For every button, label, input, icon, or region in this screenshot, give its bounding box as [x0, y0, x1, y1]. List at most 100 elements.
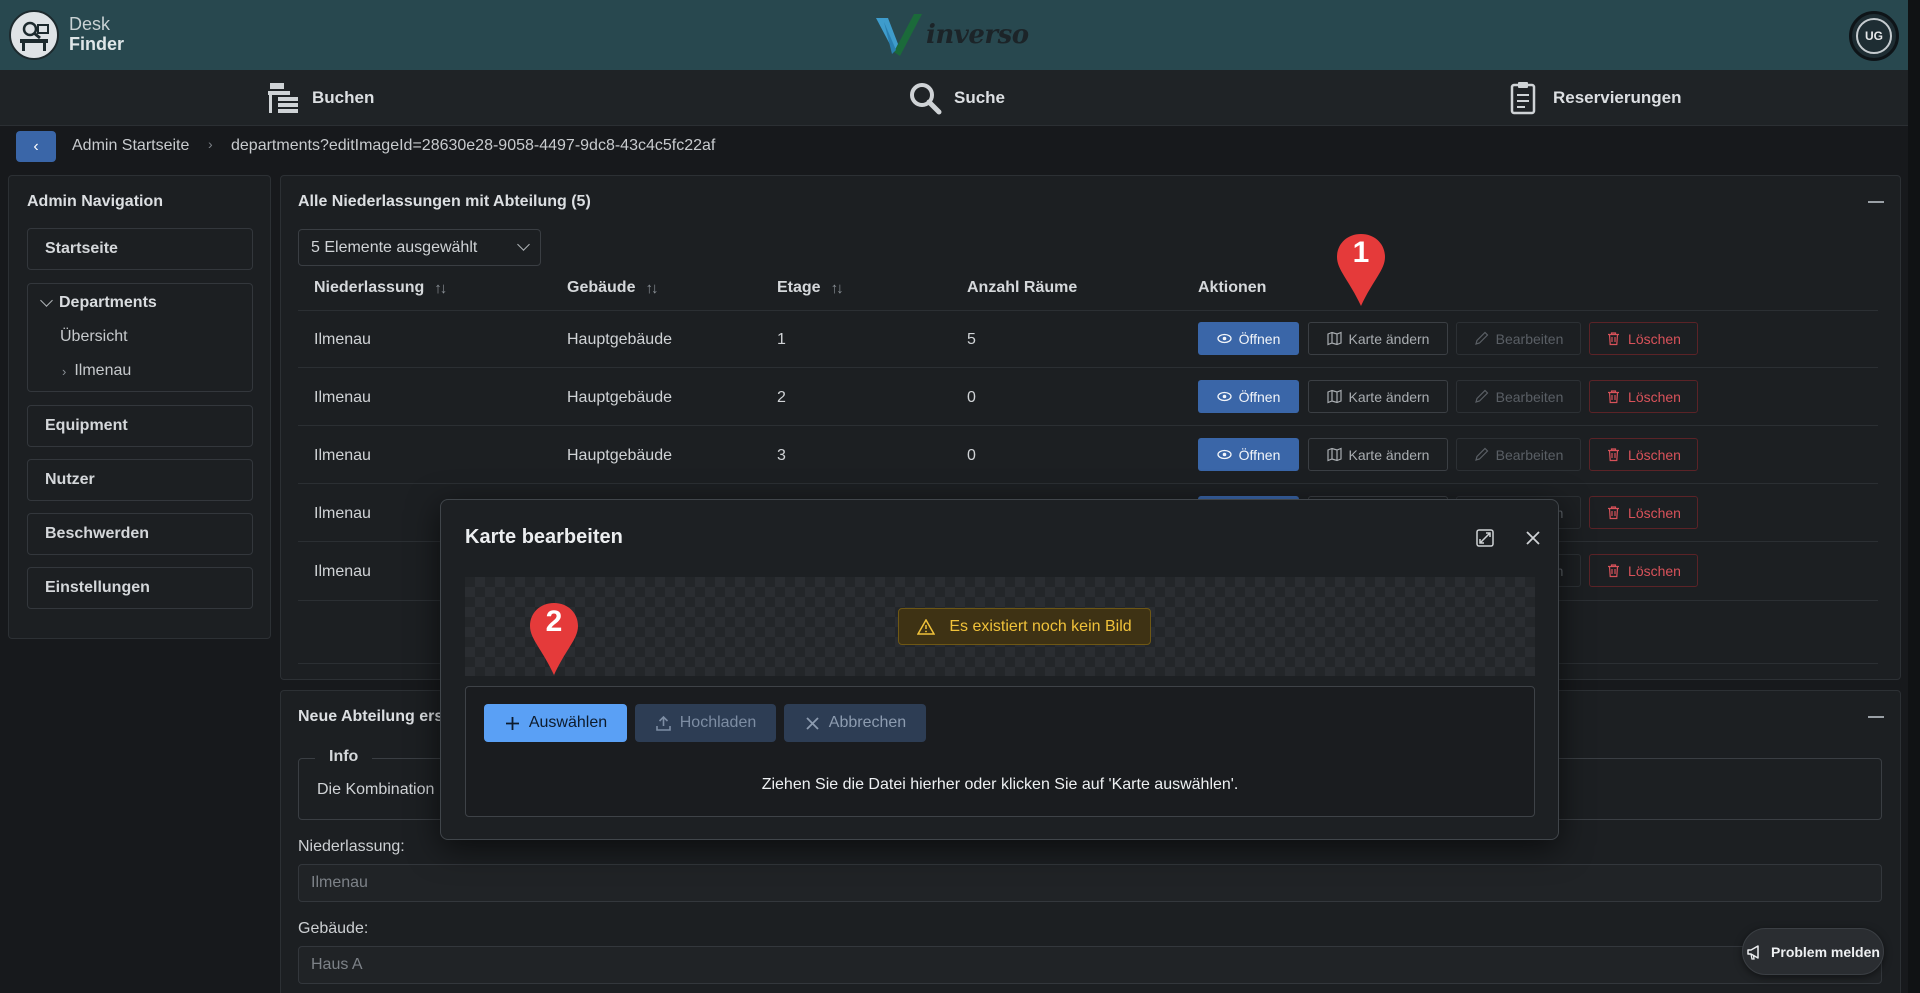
nav-book-label: Buchen	[312, 88, 375, 107]
open-button[interactable]: Öffnen	[1198, 322, 1299, 355]
nav-search[interactable]: Suche	[908, 82, 1006, 115]
sort-icon: ↑↓	[830, 279, 844, 297]
building-input-value: Haus A	[311, 956, 363, 973]
upload-label: Hochladen	[679, 714, 757, 731]
report-problem-button[interactable]: Problem melden	[1742, 928, 1884, 975]
open-button[interactable]: Öffnen	[1198, 380, 1299, 413]
eye-icon	[1216, 391, 1232, 402]
marker-1-label: 1	[1352, 236, 1370, 269]
edit-button: Bearbeiten	[1456, 322, 1581, 355]
upload-button[interactable]: Hochladen	[635, 704, 776, 742]
chevron-down-icon	[517, 238, 530, 251]
close-icon	[806, 716, 819, 730]
sidebar-item-users[interactable]: Nutzer	[27, 459, 253, 501]
edit-map-dialog: Karte bearbeiten Es existiert noch kein …	[440, 499, 1559, 840]
breadcrumb-chevron-icon: ›	[208, 136, 213, 152]
breadcrumb-home[interactable]: Admin Startseite	[72, 137, 189, 155]
sidebar-group-departments: Departments Übersicht › Ilmenau	[27, 283, 253, 392]
sidebar-item-complaints[interactable]: Beschwerden	[27, 513, 253, 555]
delete-button[interactable]: Löschen	[1589, 380, 1698, 413]
inverso-brand-logo: inverso	[874, 10, 1034, 60]
main-nav: Buchen Suche Reservierungen	[0, 70, 1908, 126]
sidebar-item-ilmenau[interactable]: › Ilmenau	[62, 362, 131, 380]
close-icon[interactable]	[1523, 528, 1543, 548]
app-name-line1: Desk	[69, 14, 111, 34]
change-map-button-label: Karte ändern	[1348, 330, 1430, 347]
file-upload-dropzone[interactable]: Auswählen Hochladen Abbrechen Ziehen Sie…	[465, 686, 1535, 817]
sidebar-item-equipment[interactable]: Equipment	[27, 405, 253, 447]
trash-icon	[1608, 332, 1620, 346]
trash-icon	[1608, 506, 1620, 520]
report-problem-label: Problem melden	[1771, 943, 1880, 960]
app-name: Desk Finder	[69, 14, 124, 54]
th-branch[interactable]: Niederlassung ↑↓	[314, 279, 447, 297]
search-icon	[910, 83, 942, 115]
open-button[interactable]: Öffnen	[1198, 438, 1299, 471]
delete-button[interactable]: Löschen	[1589, 322, 1698, 355]
th-floor-label: Etage	[777, 279, 821, 296]
change-map-button[interactable]: Karte ändern	[1308, 438, 1448, 471]
map-icon	[1326, 447, 1342, 462]
chevron-down-icon	[40, 294, 53, 307]
nav-reservations[interactable]: Reservierungen	[1507, 82, 1682, 115]
pencil-icon	[1474, 389, 1488, 403]
collapse-minus-icon[interactable]	[1868, 716, 1884, 718]
cell-branch: Ilmenau	[314, 331, 371, 348]
selection-dropdown-label: 5 Elemente ausgewählt	[311, 238, 478, 256]
th-building-label: Gebäude	[567, 279, 636, 296]
cell-building: Hauptgebäude	[567, 389, 672, 406]
branch-input[interactable]: Ilmenau	[298, 864, 1882, 902]
th-actions-label: Aktionen	[1198, 279, 1267, 296]
nav-search-label: Suche	[954, 88, 1006, 107]
cell-building: Hauptgebäude	[567, 331, 672, 348]
trash-icon	[1608, 564, 1620, 578]
branch-label: Niederlassung:	[298, 838, 405, 855]
delete-button[interactable]: Löschen	[1589, 554, 1698, 587]
dialog-title: Karte bearbeiten	[465, 526, 623, 548]
chevron-right-icon: ›	[62, 363, 67, 379]
info-legend: Info	[315, 748, 373, 766]
megaphone-icon	[1747, 944, 1759, 960]
upload-icon	[655, 715, 671, 731]
deskfinder-logo-icon[interactable]	[9, 10, 59, 60]
th-building[interactable]: Gebäude ↑↓	[567, 279, 658, 297]
user-initials: UG	[1856, 18, 1892, 54]
sidebar-ilmenau-label: Ilmenau	[74, 362, 132, 379]
building-label: Gebäude:	[298, 920, 369, 937]
info-text: Die Kombination	[317, 781, 435, 798]
cell-rooms: 0	[967, 447, 976, 464]
chevron-left-icon: ‹	[33, 137, 39, 155]
sidebar-item-start[interactable]: Startseite	[27, 228, 253, 270]
open-button-label: Öffnen	[1238, 388, 1281, 405]
eye-icon	[1216, 449, 1232, 460]
image-preview-area: Es existiert noch kein Bild	[465, 577, 1535, 676]
brand-text: inverso	[926, 20, 1029, 50]
back-button[interactable]: ‹	[16, 131, 56, 162]
building-input[interactable]: Haus A	[298, 946, 1882, 984]
user-avatar[interactable]: UG	[1849, 11, 1899, 61]
change-map-button[interactable]: Karte ändern	[1308, 380, 1448, 413]
nav-book[interactable]: Buchen	[266, 82, 374, 114]
edit-button: Bearbeiten	[1456, 380, 1581, 413]
choose-file-button[interactable]: Auswählen	[484, 704, 627, 742]
change-map-button-label: Karte ändern	[1348, 446, 1430, 463]
sidebar-item-departments[interactable]: Departments	[40, 294, 157, 312]
selection-dropdown[interactable]: 5 Elemente ausgewählt	[298, 229, 541, 266]
collapse-minus-icon[interactable]	[1868, 201, 1884, 203]
dropzone-hint: Ziehen Sie die Datei hierher oder klicke…	[761, 776, 1239, 793]
change-map-button[interactable]: Karte ändern	[1308, 322, 1448, 355]
delete-button[interactable]: Löschen	[1589, 438, 1698, 471]
app-header: Desk Finder inverso UG	[0, 0, 1908, 70]
th-rooms: Anzahl Räume	[967, 279, 1077, 297]
sidebar-departments-label: Departments	[59, 294, 157, 311]
delete-button[interactable]: Löschen	[1589, 496, 1698, 529]
form-card-title: Neue Abteilung ers	[298, 708, 444, 725]
plus-icon	[505, 716, 519, 730]
sidebar-item-settings[interactable]: Einstellungen	[27, 567, 253, 609]
sidebar-item-overview[interactable]: Übersicht	[60, 328, 128, 346]
maximize-icon[interactable]	[1475, 528, 1495, 548]
page-scrollbar[interactable]	[1908, 0, 1920, 993]
th-floor[interactable]: Etage ↑↓	[777, 279, 844, 297]
cell-floor: 2	[777, 389, 786, 406]
cancel-upload-button[interactable]: Abbrechen	[784, 704, 926, 742]
